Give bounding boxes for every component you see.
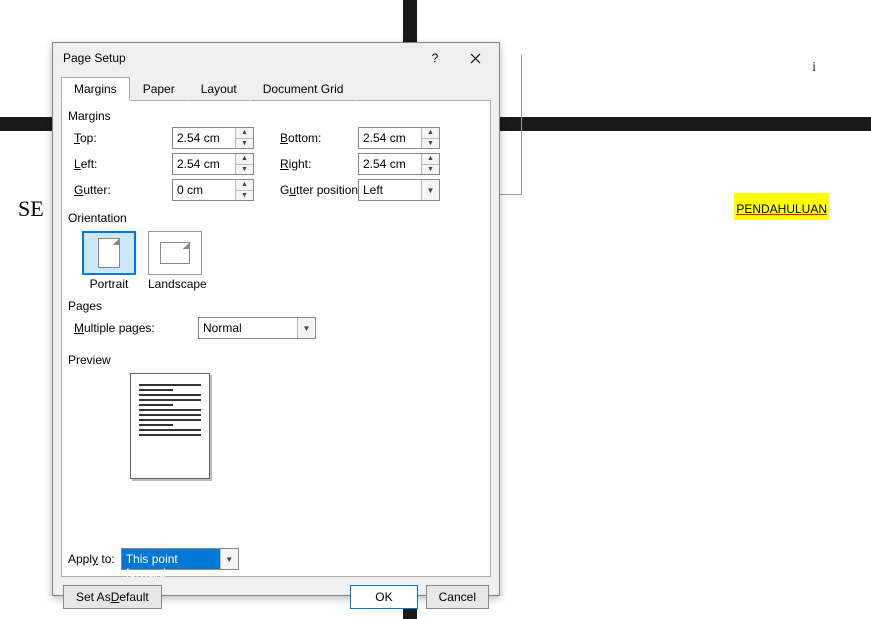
gutter-input[interactable] (173, 180, 235, 200)
multiple-pages-value: Normal (199, 318, 297, 338)
spin-down-icon[interactable]: ▼ (422, 165, 439, 175)
help-button[interactable]: ? (415, 45, 455, 71)
spin-up-icon[interactable]: ▲ (236, 180, 253, 191)
apply-to-value: This point forward (122, 549, 220, 569)
dialog-tabs: Margins Paper Layout Document Grid (53, 73, 499, 101)
spin-up-icon[interactable]: ▲ (422, 154, 439, 165)
set-as-default-button[interactable]: Set As Default (63, 585, 162, 609)
gutter-spinner[interactable]: ▲▼ (172, 179, 254, 201)
ok-button[interactable]: OK (350, 585, 417, 609)
apply-to-combo[interactable]: This point forward ▼ (121, 548, 239, 570)
spin-up-icon[interactable]: ▲ (422, 128, 439, 139)
portrait-page-icon (98, 238, 120, 268)
tab-document-grid[interactable]: Document Grid (250, 77, 357, 101)
margin-top-label: Top: (74, 131, 154, 145)
tab-layout[interactable]: Layout (188, 77, 250, 101)
dialog-button-row: Set As Default OK Cancel (53, 585, 499, 619)
chevron-down-icon: ▼ (421, 180, 439, 200)
spin-down-icon[interactable]: ▼ (236, 191, 253, 201)
multiple-pages-combo[interactable]: Normal ▼ (198, 317, 316, 339)
chevron-down-icon: ▼ (297, 318, 315, 338)
chevron-down-icon: ▼ (220, 549, 238, 569)
dialog-title: Page Setup (63, 51, 415, 65)
landscape-page-icon (160, 242, 190, 264)
orientation-landscape[interactable]: Landscape (148, 231, 207, 291)
help-icon: ? (432, 51, 439, 65)
dialog-titlebar: Page Setup ? (53, 43, 499, 73)
cancel-button[interactable]: Cancel (426, 585, 489, 609)
pages-heading: Pages (68, 299, 484, 313)
spin-down-icon[interactable]: ▼ (236, 165, 253, 175)
margin-top-spinner[interactable]: ▲▼ (172, 127, 254, 149)
landscape-label: Landscape (148, 277, 207, 291)
spin-up-icon[interactable]: ▲ (236, 128, 253, 139)
preview-page-icon (130, 373, 210, 479)
margin-left-spinner[interactable]: ▲▼ (172, 153, 254, 175)
margin-bottom-label: Bottom: (280, 131, 340, 145)
apply-to-label: Apply to: (68, 552, 115, 566)
gutter-pos-value: Left (359, 180, 421, 200)
multiple-pages-label: Multiple pages: (74, 321, 186, 335)
orientation-heading: Orientation (68, 211, 484, 225)
tab-paper[interactable]: Paper (130, 77, 188, 101)
portrait-label: Portrait (82, 277, 136, 291)
margin-right-spinner[interactable]: ▲▼ (358, 153, 440, 175)
tab-panel-margins: Margins Top: ▲▼ Bottom: ▲▼ Left: ▲▼ Righ… (61, 101, 491, 577)
margins-heading: Margins (68, 109, 484, 123)
margin-right-input[interactable] (359, 154, 421, 174)
margin-left-input[interactable] (173, 154, 235, 174)
orientation-portrait[interactable]: Portrait (82, 231, 136, 291)
close-button[interactable] (455, 45, 495, 71)
tab-margins[interactable]: Margins (61, 77, 130, 101)
gutter-pos-label: Gutter position: (280, 183, 340, 197)
page-number-i: i (812, 60, 816, 76)
gutter-pos-combo[interactable]: Left ▼ (358, 179, 440, 201)
preview-heading: Preview (68, 353, 484, 367)
margin-top-input[interactable] (173, 128, 235, 148)
spin-down-icon[interactable]: ▼ (422, 139, 439, 149)
highlighted-text-pendahuluan[interactable]: PENDAHULUAN (734, 193, 829, 220)
close-icon (470, 53, 481, 64)
margin-bottom-input[interactable] (359, 128, 421, 148)
margin-bottom-spinner[interactable]: ▲▼ (358, 127, 440, 149)
margin-left-label: Left: (74, 157, 154, 171)
margin-right-label: Right: (280, 157, 340, 171)
gutter-label: Gutter: (74, 183, 154, 197)
spin-up-icon[interactable]: ▲ (236, 154, 253, 165)
partial-text-se: SE (18, 196, 44, 222)
page-setup-dialog: Page Setup ? Margins Paper Layout Docume… (52, 42, 500, 596)
spin-down-icon[interactable]: ▼ (236, 139, 253, 149)
